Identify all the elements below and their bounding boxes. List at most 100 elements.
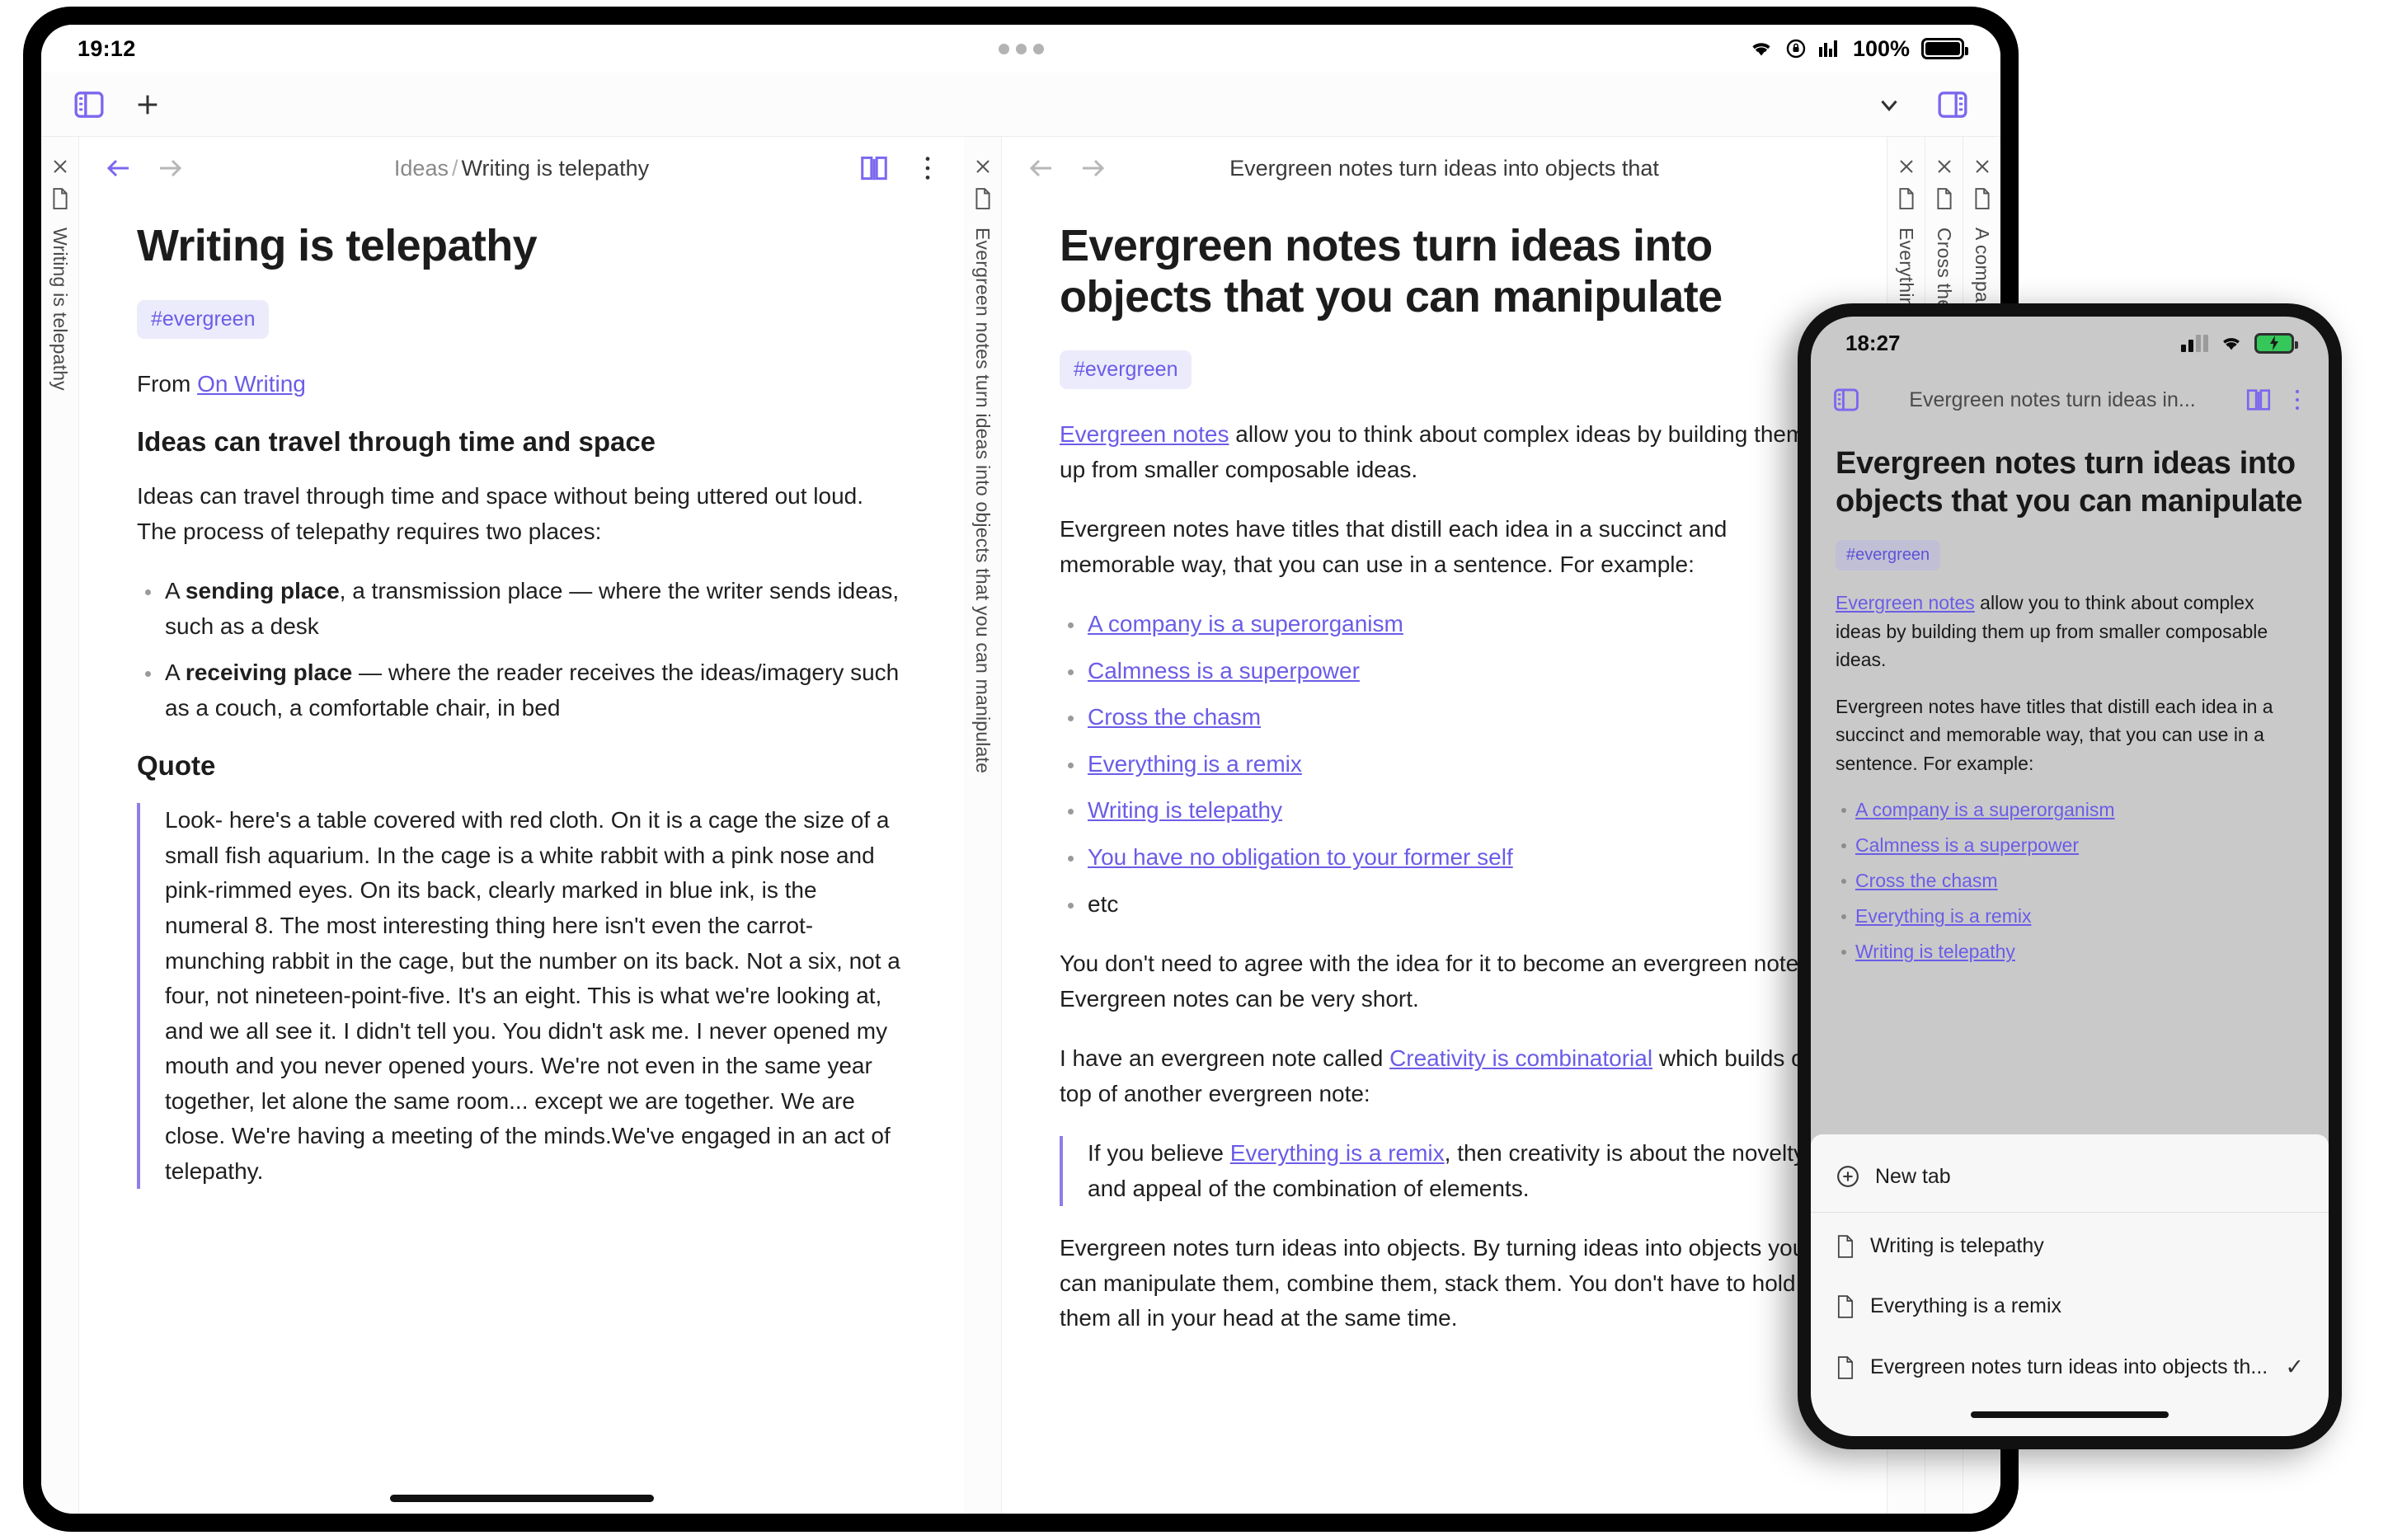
list-item: Cross the chasm [1060, 700, 1829, 735]
close-icon[interactable] [50, 157, 70, 176]
book-icon[interactable] [858, 153, 890, 184]
phone-device: 18:27 Evergreen notes turn ideas in... E… [1798, 303, 2342, 1449]
tag-badge[interactable]: #evergreen [1060, 350, 1192, 390]
wifi-icon [2220, 335, 2243, 352]
book-icon[interactable] [2245, 386, 2273, 414]
file-icon [1836, 1234, 1855, 1258]
chevron-down-icon[interactable] [1875, 91, 1903, 119]
sidebar-toggle-icon[interactable] [1832, 386, 1860, 414]
page-title: Evergreen notes turn ideas into objects … [1060, 221, 1723, 322]
bullet1-strong: sending place [185, 578, 340, 604]
note-link[interactable]: Cross the chasm [1088, 704, 1261, 730]
collapsed-tab-label: Evergreen notes turn ideas into objects … [972, 228, 994, 774]
menu-item-everything-is-a-remix[interactable]: Everything is a remix [1811, 1276, 2329, 1336]
close-icon[interactable] [973, 157, 993, 176]
paragraph-creativity: I have an evergreen note called Creativi… [1060, 1041, 1829, 1111]
arrow-left-icon[interactable] [104, 153, 134, 183]
example-links-list: A company is a superorganism Calmness is… [1836, 796, 2304, 965]
collapsed-tab-writing-is-telepathy[interactable]: Writing is telepathy [41, 137, 79, 1514]
breadcrumb-parent[interactable]: Ideas [394, 156, 449, 181]
note-link[interactable]: You have no obligation to your former se… [1088, 844, 1513, 870]
arrow-left-icon[interactable] [1027, 153, 1056, 183]
blockquote: If you believe Everything is a remix, th… [1060, 1136, 1829, 1207]
note-link[interactable]: Calmness is a superpower [1088, 658, 1360, 683]
evergreen-notes-link[interactable]: Evergreen notes [1060, 421, 1229, 447]
rotation-lock-icon [1785, 38, 1807, 59]
file-icon [1935, 188, 1953, 209]
tablet-status-right: 100% [1749, 35, 1968, 62]
evergreen-notes-link[interactable]: Evergreen notes [1836, 592, 1975, 613]
home-indicator [1811, 1398, 2329, 1436]
list-item: Writing is telepathy [1836, 937, 2304, 965]
tag-badge[interactable]: #evergreen [1836, 540, 1941, 571]
right-sidebar-icon[interactable] [1936, 88, 1969, 121]
remix-link[interactable]: Everything is a remix [1230, 1140, 1445, 1166]
breadcrumb-current: Writing is telepathy [461, 155, 650, 181]
menu-item-new-tab[interactable]: New tab [1811, 1146, 2329, 1207]
phone-status-bar: 18:27 [1811, 317, 2329, 369]
list-item: A company is a superorganism [1060, 607, 1829, 642]
menu-item-writing-is-telepathy[interactable]: Writing is telepathy [1811, 1216, 2329, 1276]
plus-icon[interactable] [134, 91, 162, 119]
page-title: Writing is telepathy [137, 221, 538, 270]
bullet1-prefix: A [165, 578, 186, 604]
file-icon [974, 188, 992, 209]
phone-title-bar-label: Evergreen notes turn ideas in... [1909, 387, 2196, 411]
note-link[interactable]: Writing is telepathy [1855, 941, 2015, 962]
breadcrumb: Evergreen notes turn ideas into objects … [1002, 156, 1887, 181]
plus-circle-icon [1836, 1164, 1860, 1189]
note-link[interactable]: Writing is telepathy [1088, 797, 1282, 823]
paragraph-titles: Evergreen notes have titles that distill… [1836, 695, 2273, 774]
collapsed-tab-evergreen-notes[interactable]: Evergreen notes turn ideas into objects … [964, 137, 1002, 1514]
note-link[interactable]: A company is a superorganism [1855, 799, 2115, 820]
check-icon: ✓ [2285, 1355, 2304, 1379]
note-link[interactable]: Calmness is a superpower [1855, 834, 2079, 856]
page-title: Evergreen notes turn ideas into objects … [1836, 446, 2303, 519]
note-link[interactable]: A company is a superorganism [1088, 611, 1403, 636]
close-icon[interactable] [1972, 157, 1992, 176]
from-label: From [137, 370, 198, 397]
creativity-link[interactable]: Creativity is combinatorial [1389, 1045, 1652, 1071]
list-item: Cross the chasm [1836, 866, 2304, 894]
multitasking-dots-icon[interactable] [998, 43, 1044, 54]
phone-clock: 18:27 [1845, 330, 1901, 355]
menu-item-label: Writing is telepathy [1870, 1234, 2044, 1257]
paragraph-agree: You don't need to agree with the idea fo… [1060, 951, 1806, 1012]
list-item: You have no obligation to your former se… [1060, 840, 1829, 876]
etc-text: etc [1088, 890, 1119, 917]
breadcrumb-separator: / [451, 155, 458, 181]
menu-item-label: Everything is a remix [1870, 1294, 2062, 1317]
sidebar-toggle-icon[interactable] [73, 88, 106, 121]
battery-percent-label: 100% [1852, 35, 1910, 61]
file-icon [1836, 1355, 1855, 1379]
arrow-right-icon[interactable] [155, 153, 185, 183]
tablet-screen: 19:12 100% Writing is telepathy Ideas / … [41, 25, 2000, 1514]
list-item: Calmness is a superpower [1060, 654, 1829, 689]
more-vertical-icon[interactable] [916, 154, 939, 182]
tablet-clock: 19:12 [78, 35, 136, 61]
more-vertical-icon[interactable] [2287, 387, 2307, 412]
example-links-list: A company is a superorganism Calmness is… [1060, 607, 1829, 922]
note-link[interactable]: Everything is a remix [1088, 751, 1302, 777]
list-item: etc [1060, 887, 1829, 923]
list-item: A sending place, a transmission place — … [137, 574, 906, 644]
file-icon [1973, 188, 1991, 209]
paragraph-intro: Evergreen notes allow you to think about… [1836, 589, 2304, 674]
signal-bars-icon [1818, 39, 1841, 59]
arrow-right-icon[interactable] [1078, 153, 1107, 183]
menu-item-label: Evergreen notes turn ideas into objects … [1870, 1355, 2268, 1378]
note-link[interactable]: Cross the chasm [1855, 870, 1998, 891]
menu-item-evergreen-notes[interactable]: Evergreen notes turn ideas into objects … [1811, 1336, 2329, 1398]
phone-app-toolbar: Evergreen notes turn ideas in... [1811, 369, 2329, 430]
pane1-note-body: Writing is telepathy #evergreen From On … [79, 200, 964, 1514]
paragraph-creativity-pre: I have an evergreen note called [1060, 1045, 1390, 1072]
close-icon[interactable] [1897, 157, 1916, 176]
source-link[interactable]: On Writing [197, 371, 306, 397]
close-icon[interactable] [1934, 157, 1954, 176]
tag-badge[interactable]: #evergreen [137, 299, 270, 339]
list-item: Everything is a remix [1060, 747, 1829, 782]
section-heading-quote: Quote [137, 750, 216, 782]
paragraph-objects: Evergreen notes turn ideas into objects.… [1060, 1235, 1806, 1331]
note-link[interactable]: Everything is a remix [1855, 905, 2031, 927]
list-item: Everything is a remix [1836, 902, 2304, 930]
